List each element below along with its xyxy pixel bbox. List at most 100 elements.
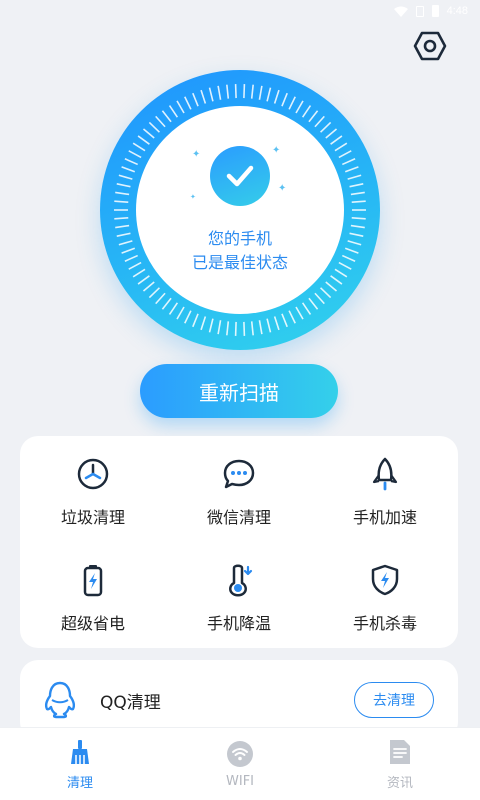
gauge-tick xyxy=(314,115,325,128)
gauge-tick xyxy=(325,128,338,139)
status-time: 4:48 xyxy=(446,5,468,17)
gauge-tick xyxy=(184,96,192,110)
gauge-tick xyxy=(148,121,160,133)
gauge-tick xyxy=(208,318,214,333)
news-icon xyxy=(386,738,414,766)
gauge-tick xyxy=(208,87,214,102)
gauge-tick xyxy=(132,142,146,152)
gauge-tick xyxy=(258,85,263,100)
sparkle-icon: ✦ xyxy=(278,183,287,194)
tool-label: 手机加速 xyxy=(352,508,417,527)
gauge-tick xyxy=(176,100,185,114)
gauge-tick xyxy=(273,89,280,104)
gauge-tick xyxy=(266,318,272,333)
gauge-tick xyxy=(308,110,319,123)
sparkle-icon: ✦ xyxy=(272,145,281,156)
gauge-tick xyxy=(168,105,179,118)
gauge-tick xyxy=(334,142,348,152)
shield-bolt-icon xyxy=(367,562,403,598)
gauge-tick xyxy=(314,292,325,305)
gauge-tick xyxy=(330,275,343,285)
gauge-tick xyxy=(118,174,133,180)
gauge-tick xyxy=(192,92,199,107)
gauge-tick xyxy=(338,150,352,159)
tool-label: 超级省电 xyxy=(60,614,125,633)
qq-clean-label: QQ清理 xyxy=(100,693,161,713)
tools-card: 垃圾清理 微信清理 手机加速 超级省电 手机降温 手机杀毒 xyxy=(20,436,458,648)
battery-icon xyxy=(431,5,439,17)
gauge-tick xyxy=(349,183,364,188)
gauge-tick xyxy=(137,275,150,285)
gauge-tick xyxy=(320,121,332,133)
gauge-tick xyxy=(281,313,288,328)
rescan-button[interactable]: 重新扫描 xyxy=(140,364,338,418)
gauge-tick xyxy=(250,84,254,99)
qq-clean-button[interactable]: 去清理 xyxy=(354,682,434,718)
gauge-tick xyxy=(226,321,230,336)
gauge-tick xyxy=(114,217,129,220)
gauge-tick xyxy=(226,84,230,99)
gauge-tick xyxy=(192,313,199,328)
check-icon xyxy=(210,146,270,206)
gauge-tick xyxy=(200,89,207,104)
gauge-tick xyxy=(295,100,304,114)
gauge-tick xyxy=(288,310,296,324)
wifi-signal-icon xyxy=(393,6,408,17)
gauge-tick xyxy=(161,110,172,123)
gauge-tick xyxy=(308,297,319,310)
gauge-tick xyxy=(142,281,155,292)
gauge-center xyxy=(136,106,344,314)
gauge-tick xyxy=(351,217,366,220)
gauge-tick xyxy=(200,316,207,331)
gauge-tick xyxy=(148,287,160,299)
chat-bubble-icon xyxy=(221,456,257,492)
gauge-tick xyxy=(121,166,136,173)
tool-battery-save[interactable]: 超级省电 xyxy=(20,542,166,648)
gauge-tick xyxy=(350,191,365,196)
settings-button[interactable] xyxy=(412,28,448,64)
thermometer-icon xyxy=(221,562,257,598)
status-bar: 4:48 xyxy=(0,0,480,22)
tool-phone-boost[interactable]: 手机加速 xyxy=(312,436,458,542)
gauge-line-1: 您的手机 xyxy=(207,229,272,248)
tool-antivirus[interactable]: 手机杀毒 xyxy=(312,542,458,648)
bottom-nav: 清理 WIFI 资讯 xyxy=(0,727,480,800)
gear-icon xyxy=(413,31,447,61)
nav-label: 资讯 xyxy=(386,775,413,791)
clock-sweep-icon xyxy=(75,456,111,492)
sim-icon xyxy=(415,5,424,17)
gauge-tick xyxy=(217,320,222,335)
gauge-tick xyxy=(217,85,222,100)
tool-wechat-clean[interactable]: 微信清理 xyxy=(166,436,312,542)
gauge-line-2: 已是最佳状态 xyxy=(191,253,288,272)
nav-item-clean[interactable]: 清理 xyxy=(0,728,160,800)
rocket-icon xyxy=(367,456,403,492)
nav-item-news[interactable]: 资讯 xyxy=(320,728,480,800)
nav-item-wifi[interactable]: WIFI xyxy=(160,728,320,800)
gauge-tick xyxy=(281,92,288,107)
gauge-tick xyxy=(116,183,131,188)
gauge-tick xyxy=(288,96,296,110)
gauge-tick xyxy=(155,292,166,305)
gauge-tick xyxy=(168,302,179,315)
gauge-tick xyxy=(161,297,172,310)
sparkle-icon: ✦ xyxy=(190,193,196,201)
gauge-tick xyxy=(142,128,155,139)
gauge-tick xyxy=(258,320,263,335)
tool-label: 垃圾清理 xyxy=(60,508,125,527)
gauge-tick xyxy=(137,135,150,145)
penguin-icon xyxy=(45,681,75,719)
gauge-tick xyxy=(250,321,254,336)
tool-phone-cool[interactable]: 手机降温 xyxy=(166,542,312,648)
gauge-tick xyxy=(176,306,185,320)
gauge-tick xyxy=(325,281,338,292)
battery-bolt-icon xyxy=(75,562,111,598)
sparkle-icon: ✦ xyxy=(192,149,201,160)
tool-junk-clean[interactable]: 垃圾清理 xyxy=(20,436,166,542)
nav-label: WIFI xyxy=(226,773,254,789)
gauge-tick xyxy=(128,150,142,159)
gauge-tick xyxy=(351,200,366,203)
gauge-tick xyxy=(330,135,343,145)
gauge-tick xyxy=(344,166,359,173)
gauge-tick xyxy=(124,158,139,166)
